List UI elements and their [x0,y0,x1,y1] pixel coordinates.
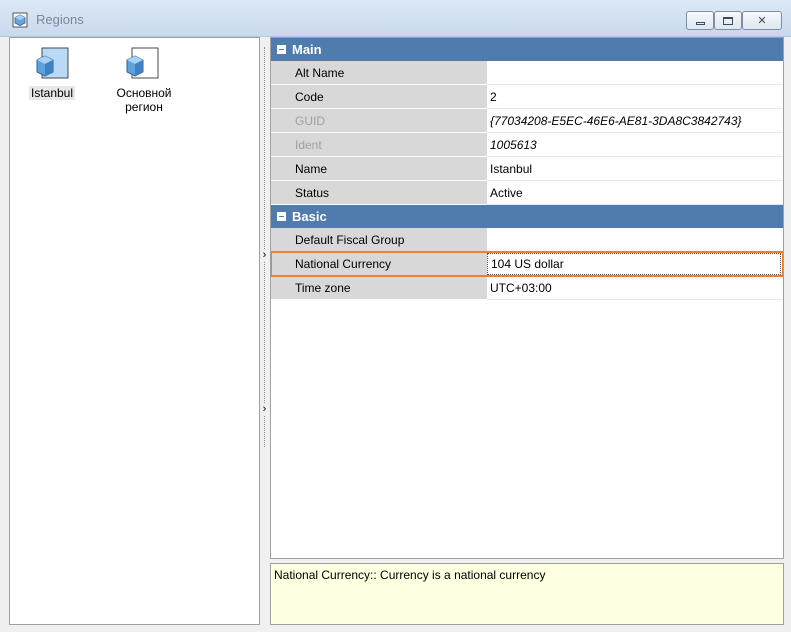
property-value[interactable] [487,61,783,85]
category-label: Basic [292,209,327,224]
window-title: Regions [36,12,84,27]
property-value[interactable]: Istanbul [487,157,783,181]
category-main[interactable]: Main [271,38,783,61]
category-label: Main [292,42,322,57]
property-description: National Currency:: Currency is a nation… [270,563,784,625]
chevron-right-icon[interactable]: › [260,249,269,261]
property-row-code[interactable]: Code 2 [271,85,783,109]
collapse-icon[interactable] [277,212,286,221]
property-row-guid[interactable]: GUID {77034208-E5EC-46E6-AE81-3DA8C38427… [271,109,783,133]
property-name: Code [271,85,487,109]
collapse-icon[interactable] [277,45,286,54]
property-name: Default Fiscal Group [271,228,487,252]
property-name: Name [271,157,487,181]
property-value[interactable] [487,228,783,252]
property-row-name[interactable]: Name Istanbul [271,157,783,181]
property-name: Ident [271,133,487,157]
panel-splitter[interactable]: › › [260,37,269,625]
property-row-alt-name[interactable]: Alt Name [271,61,783,85]
property-row-ident[interactable]: Ident 1005613 [271,133,783,157]
maximize-icon [723,16,733,25]
close-icon: ✕ [757,15,767,27]
property-name: GUID [271,109,487,133]
property-value[interactable]: 2 [487,85,783,109]
category-basic[interactable]: Basic [271,205,783,228]
property-row-national-currency[interactable]: National Currency 104 US dollar [271,251,783,277]
list-item-istanbul[interactable]: Istanbul [12,44,92,100]
property-row-default-fiscal-group[interactable]: Default Fiscal Group [271,228,783,252]
property-value: 1005613 [487,133,783,157]
property-name: Time zone [271,276,487,300]
property-name: Status [271,181,487,205]
maximize-button[interactable] [714,11,742,30]
chevron-right-icon[interactable]: › [260,403,269,415]
list-item-label: Istanbul [28,86,76,100]
property-value-selected[interactable]: 104 US dollar [487,253,781,275]
list-item-main-region[interactable]: Основной регион [102,44,182,114]
region-cube-icon [126,47,159,79]
list-item-label: Основной регион [116,86,172,114]
property-row-time-zone[interactable]: Time zone UTC+03:00 [271,276,783,300]
property-value[interactable]: UTC+03:00 [487,276,783,300]
close-button[interactable]: ✕ [742,11,782,30]
property-value[interactable]: Active [487,181,783,205]
app-icon [12,12,28,28]
minimize-button[interactable] [686,11,714,30]
property-name: Alt Name [271,61,487,85]
title-bar: Regions ✕ [0,0,791,37]
property-grid[interactable]: Main Alt Name Code 2 GUID {77034208-E5EC… [270,37,784,559]
region-list[interactable]: Istanbul Основной регион [9,37,260,625]
property-value: {77034208-E5EC-46E6-AE81-3DA8C3842743} [487,109,783,133]
property-name: National Currency [271,252,487,276]
region-cube-icon [36,47,69,79]
splitter-grip [264,47,266,447]
property-row-status[interactable]: Status Active [271,181,783,205]
minimize-icon [695,21,705,25]
